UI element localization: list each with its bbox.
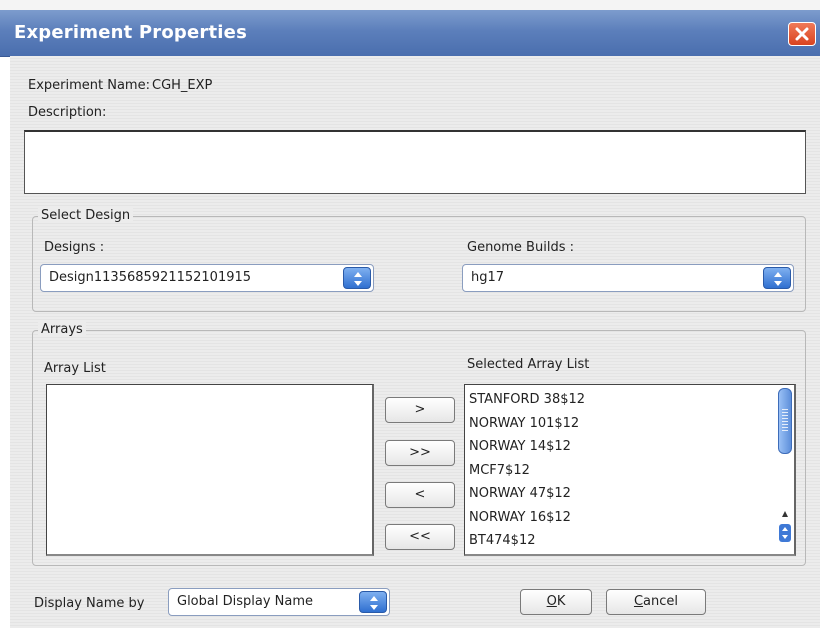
selected-array-list-label: Selected Array List (467, 357, 590, 372)
add-all-button[interactable]: >> (385, 440, 455, 466)
list-item[interactable]: MCF7$12 (467, 459, 585, 483)
updown-arrow-icon (774, 272, 782, 286)
ok-label-rest: K (556, 594, 566, 609)
list-item[interactable]: NORWAY 47$12 (467, 482, 585, 506)
scroll-up-arrow-icon[interactable] (781, 510, 789, 518)
display-name-dropdown[interactable]: Global Display Name (168, 588, 390, 616)
description-label: Description: (28, 105, 107, 120)
list-item[interactable]: NORWAY 101$12 (467, 412, 585, 436)
arrays-group-title: Arrays (38, 322, 86, 337)
title-bar[interactable]: Experiment Properties (0, 10, 820, 57)
display-name-value: Global Display Name (177, 594, 314, 609)
display-name-by-label: Display Name by (34, 596, 145, 611)
remove-selected-button[interactable]: < (385, 482, 455, 508)
selected-list-scrollbar[interactable] (778, 388, 792, 548)
genome-builds-label: Genome Builds : (467, 240, 574, 255)
updown-arrow-icon (370, 596, 378, 610)
experiment-name-value: CGH_EXP (152, 78, 213, 93)
designs-dropdown-value: Design1135685921152101915 (49, 270, 252, 285)
ok-button[interactable]: OK (520, 589, 592, 615)
background-strip (0, 0, 820, 10)
array-list-label: Array List (44, 361, 106, 376)
genome-builds-dropdown[interactable]: hg17 (462, 264, 794, 292)
list-item[interactable]: NORWAY 16$12 (467, 506, 585, 530)
designs-label: Designs : (44, 240, 105, 255)
selected-array-items: STANFORD 38$12 NORWAY 101$12 NORWAY 14$1… (467, 388, 585, 553)
remove-all-button[interactable]: << (385, 524, 455, 550)
cancel-mnemonic: C (633, 594, 644, 609)
ok-mnemonic: O (546, 594, 557, 609)
updown-arrow-icon (354, 272, 362, 286)
cancel-label-rest: ancel (643, 594, 679, 609)
experiment-name-label: Experiment Name: (28, 78, 150, 93)
genome-builds-dropdown-arrow[interactable] (763, 267, 791, 289)
scrollbar-thumb[interactable] (778, 388, 792, 454)
genome-builds-value: hg17 (471, 270, 505, 285)
list-item[interactable]: NORWAY 14$12 (467, 435, 585, 459)
window-title: Experiment Properties (14, 22, 247, 43)
close-icon (795, 27, 809, 41)
array-list-box[interactable] (46, 384, 374, 556)
cancel-button[interactable]: Cancel (606, 589, 706, 615)
scroll-updown-icon[interactable] (779, 524, 791, 542)
add-selected-button[interactable]: > (385, 397, 455, 423)
designs-dropdown-arrow[interactable] (343, 267, 371, 289)
designs-dropdown[interactable]: Design1135685921152101915 (40, 264, 374, 292)
display-name-dropdown-arrow[interactable] (359, 591, 387, 613)
list-item[interactable]: STANFORD 38$12 (467, 388, 585, 412)
description-field[interactable] (24, 130, 806, 194)
selected-array-list-box[interactable]: STANFORD 38$12 NORWAY 101$12 NORWAY 14$1… (464, 384, 796, 556)
list-item[interactable]: BT474$12 (467, 529, 585, 553)
select-design-group-title: Select Design (38, 208, 134, 223)
close-button[interactable] (788, 22, 816, 46)
